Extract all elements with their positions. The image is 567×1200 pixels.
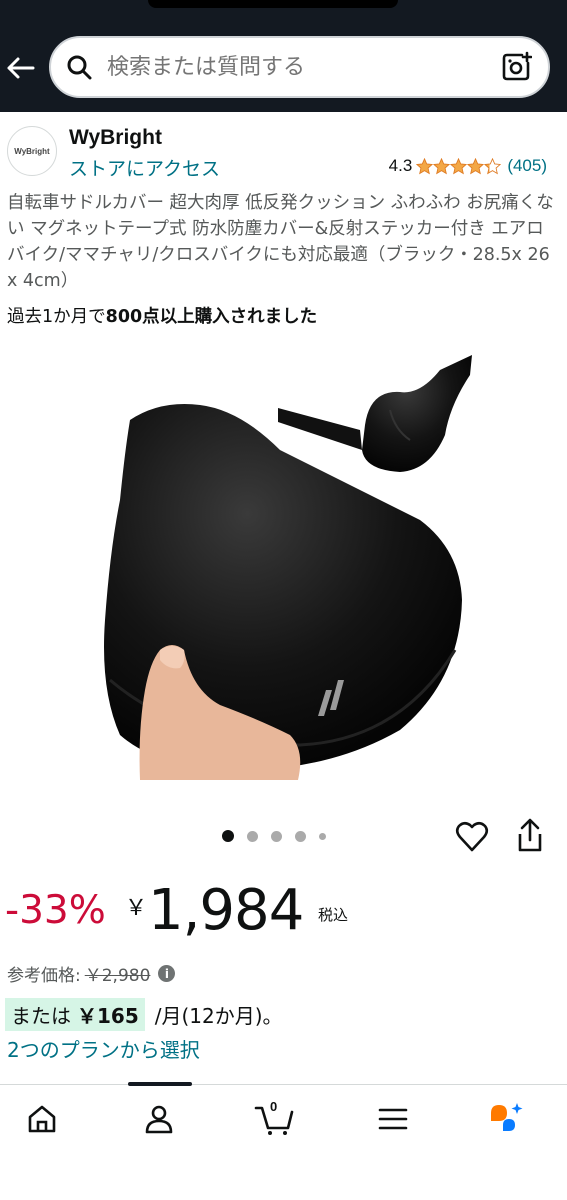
brand-row: WyBright WyBright ストアにアクセス 4.3 (405) — [0, 118, 567, 186]
star-icon — [433, 157, 451, 174]
carousel-dot[interactable] — [271, 830, 282, 842]
star-icon — [416, 157, 434, 174]
top-bar — [0, 0, 567, 112]
currency-symbol: ￥ — [125, 895, 148, 920]
reference-price: 参考価格: ￥2,980 i — [7, 961, 176, 986]
back-arrow-icon — [7, 57, 35, 79]
search-input[interactable] — [107, 54, 498, 80]
carousel-dots — [222, 830, 339, 842]
active-tab-indicator — [128, 1082, 192, 1086]
info-icon[interactable]: i — [158, 965, 176, 982]
purchase-count: 800点以上購入されました — [105, 307, 318, 327]
bottom-nav: 0 — [0, 1082, 567, 1200]
ref-price-label: 参考価格: — [7, 966, 81, 986]
rating-count[interactable]: (405) — [507, 156, 547, 176]
tax-label: 税込 — [318, 906, 349, 924]
carousel-dot[interactable] — [319, 832, 326, 840]
folded-cover-image — [278, 355, 472, 472]
product-image[interactable] — [100, 350, 480, 780]
star-rating — [416, 157, 502, 175]
rating-summary[interactable]: 4.3 (405) — [389, 156, 547, 176]
share-icon[interactable] — [514, 818, 546, 854]
installment-term: /月(12か月)。 — [154, 1004, 283, 1028]
home-icon[interactable] — [22, 1099, 62, 1139]
star-icon — [484, 157, 502, 174]
back-button[interactable] — [0, 48, 40, 88]
carousel-dot[interactable] — [247, 830, 258, 842]
carousel-dot[interactable] — [222, 830, 234, 842]
search-box[interactable] — [49, 36, 550, 98]
installment-prefix: または — [11, 1004, 71, 1028]
installment-plans-link[interactable]: 2つのプランから選択 — [7, 1034, 200, 1063]
account-icon[interactable] — [139, 1099, 179, 1139]
star-icon — [450, 157, 468, 174]
installment-amount: ￥165 — [77, 1004, 139, 1028]
discount-percent: -33% — [5, 888, 106, 933]
installment-offer: または ￥165 /月(12か月)。 — [5, 998, 283, 1031]
purchase-prefix: 過去1か月で — [7, 307, 106, 327]
camera-notch — [148, 0, 398, 8]
menu-icon[interactable] — [373, 1099, 413, 1139]
store-link[interactable]: ストアにアクセス — [69, 154, 220, 181]
camera-search-icon[interactable] — [498, 49, 534, 85]
carousel-dot[interactable] — [295, 830, 306, 842]
price-value: 1,984 — [148, 878, 304, 943]
cart-count: 0 — [270, 1099, 278, 1114]
star-icon — [467, 157, 485, 174]
wishlist-heart-icon[interactable] — [455, 820, 489, 854]
brand-name[interactable]: WyBright — [69, 126, 162, 150]
cart-icon[interactable]: 0 — [254, 1099, 294, 1139]
ref-price-value: ￥2,980 — [84, 966, 151, 986]
purchase-note: 過去1か月で800点以上購入されました — [7, 303, 317, 328]
search-icon — [65, 53, 93, 81]
brand-logo[interactable]: WyBright — [7, 126, 57, 176]
installment-badge: または ￥165 — [5, 998, 145, 1031]
rating-value: 4.3 — [388, 156, 413, 175]
rufus-ai-icon[interactable] — [487, 1099, 527, 1139]
product-title: 自転車サドルカバー 超大肉厚 低反発クッション ふわふわ お尻痛くない マグネッ… — [7, 193, 554, 291]
